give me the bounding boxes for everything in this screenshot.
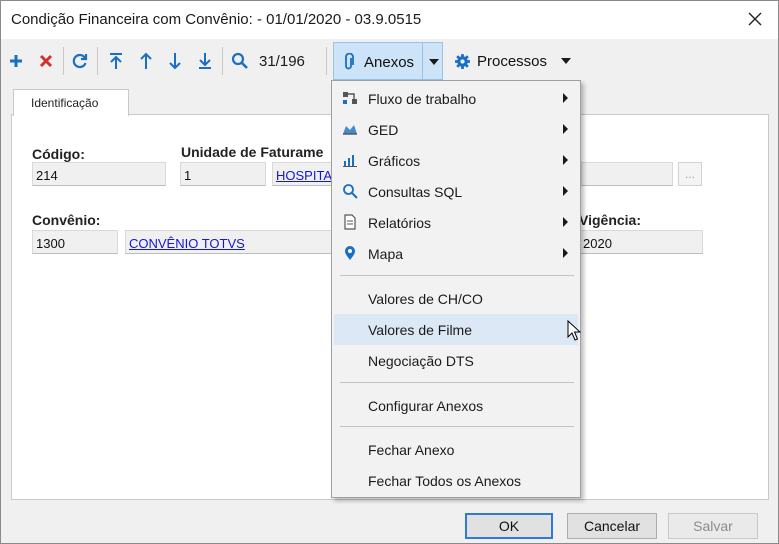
- plus-icon[interactable]: [5, 49, 27, 73]
- menu-item-label: Negociação DTS: [368, 353, 474, 369]
- anexos-label: Anexos: [364, 54, 415, 71]
- convenio-link-field: CONVÊNIO TOTVS: [125, 230, 332, 254]
- menu-item-label: Valores de CH/CO: [368, 291, 483, 307]
- menu-item-consultas-sql[interactable]: Consultas SQL: [334, 176, 578, 207]
- anexos-dropdown-menu: Fluxo de trabalho GED Gráficos Consultas…: [331, 80, 581, 498]
- anexos-button[interactable]: Anexos: [333, 42, 443, 80]
- close-icon[interactable]: [746, 10, 764, 28]
- chevron-down-icon[interactable]: [561, 58, 571, 64]
- menu-item-label: Gráficos: [368, 153, 421, 169]
- toolbar-separator: [63, 47, 64, 75]
- map-pin-icon: [345, 246, 355, 260]
- menu-item-label: Consultas SQL: [368, 184, 463, 200]
- next-record-icon[interactable]: [164, 49, 186, 73]
- convenio-label: Convênio:: [32, 212, 101, 228]
- tab-identificacao[interactable]: Identificação: [13, 89, 129, 116]
- menu-item-label: Relatórios: [368, 215, 432, 231]
- menu-item-label: Fechar Todos os Anexos: [368, 473, 522, 489]
- ged-icon: [343, 125, 357, 135]
- window-title: Condição Financeira com Convênio: - 01/0…: [11, 11, 422, 28]
- menu-item-ged[interactable]: GED: [334, 114, 578, 145]
- submenu-arrow-icon: [563, 248, 568, 258]
- menu-item-fluxo-de-trabalho[interactable]: Fluxo de trabalho: [334, 83, 578, 114]
- submenu-arrow-icon: [563, 124, 568, 134]
- menu-item-valores-de-filme[interactable]: Valores de Filme: [334, 314, 578, 345]
- menu-item-label: Fluxo de trabalho: [368, 91, 477, 107]
- menu-item-label: Fechar Anexo: [368, 442, 455, 458]
- delete-x-icon[interactable]: [35, 49, 57, 73]
- report-icon: [344, 214, 356, 230]
- menu-separator: [340, 426, 574, 427]
- menu-item-label: Valores de Filme: [368, 322, 473, 338]
- vigencia-field[interactable]: 2020: [579, 230, 703, 254]
- first-record-icon[interactable]: [105, 49, 127, 73]
- gear-icon[interactable]: [452, 49, 472, 73]
- menu-separator: [340, 275, 574, 276]
- codigo-field[interactable]: 214: [32, 162, 166, 186]
- toolbar-separator: [222, 47, 223, 75]
- menu-item-mapa[interactable]: Mapa: [334, 238, 578, 269]
- codigo-label: Código:: [32, 146, 85, 162]
- submenu-arrow-icon: [563, 186, 568, 196]
- toolbar-separator: [326, 47, 327, 75]
- submenu-arrow-icon: [563, 217, 568, 227]
- toolbar: 31/196 Anexos Processos: [1, 41, 778, 81]
- vigencia-label: Vigência:: [579, 212, 641, 228]
- save-button[interactable]: Salvar: [668, 513, 758, 539]
- unidade-extra-field[interactable]: [581, 162, 673, 186]
- processos-button[interactable]: Processos: [477, 53, 547, 70]
- convenio-field[interactable]: 1300: [32, 230, 118, 254]
- menu-item-label: GED: [368, 122, 399, 138]
- ok-button[interactable]: OK: [465, 513, 553, 539]
- dialog-window: Condição Financeira com Convênio: - 01/0…: [0, 0, 779, 544]
- paperclip-icon: [345, 53, 354, 70]
- chevron-down-icon[interactable]: [429, 59, 439, 65]
- record-counter: 31/196: [259, 53, 305, 70]
- toolbar-separator: [97, 47, 98, 75]
- menu-item-configurar-anexos[interactable]: Configurar Anexos: [334, 390, 578, 421]
- previous-record-icon[interactable]: [135, 49, 157, 73]
- search-icon[interactable]: [229, 49, 251, 73]
- refresh-icon[interactable]: [69, 49, 91, 73]
- search-icon: [343, 184, 358, 199]
- last-record-icon[interactable]: [194, 49, 216, 73]
- mouse-cursor-icon: [567, 320, 581, 341]
- menu-item-valores-ch-co[interactable]: Valores de CH/CO: [334, 283, 578, 314]
- unidade-label: Unidade de Faturame: [181, 144, 324, 160]
- chart-icon: [343, 155, 357, 167]
- title-bar: Condição Financeira com Convênio: - 01/0…: [1, 1, 778, 39]
- submenu-arrow-icon: [563, 93, 568, 103]
- unidade-link[interactable]: HOSPITA: [276, 168, 331, 183]
- unidade-link-field: HOSPITA: [272, 162, 332, 186]
- cancel-button[interactable]: Cancelar: [567, 513, 657, 539]
- menu-item-fechar-todos-os-anexos[interactable]: Fechar Todos os Anexos: [334, 465, 578, 496]
- menu-item-fechar-anexo[interactable]: Fechar Anexo: [334, 434, 578, 465]
- convenio-link[interactable]: CONVÊNIO TOTVS: [129, 236, 245, 251]
- submenu-arrow-icon: [563, 155, 568, 165]
- menu-item-label: Configurar Anexos: [368, 398, 484, 414]
- lookup-button[interactable]: ...: [678, 162, 702, 186]
- menu-item-graficos[interactable]: Gráficos: [334, 145, 578, 176]
- split-divider: [422, 43, 423, 79]
- menu-separator: [340, 382, 574, 383]
- menu-item-label: Mapa: [368, 246, 404, 262]
- unidade-field[interactable]: 1: [180, 162, 266, 186]
- menu-item-negociacao-dts[interactable]: Negociação DTS: [334, 345, 578, 376]
- workflow-icon: [343, 92, 357, 104]
- menu-item-relatorios[interactable]: Relatórios: [334, 207, 578, 238]
